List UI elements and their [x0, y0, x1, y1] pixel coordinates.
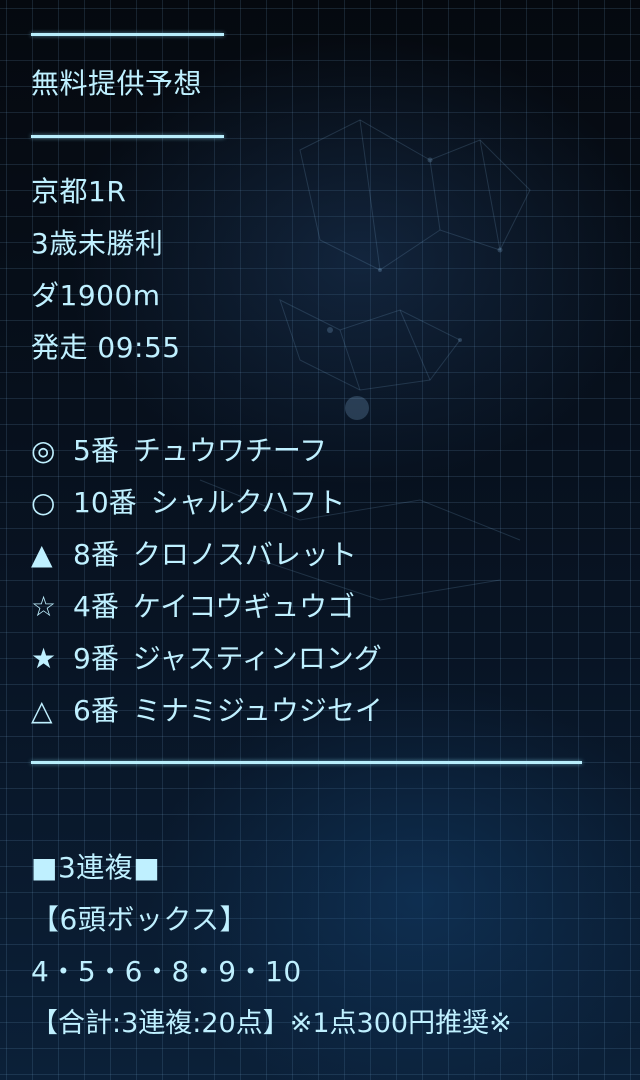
- horse-number: 8番: [73, 538, 119, 571]
- list-item: ☆ 4番 ケイコウギュウゴ: [31, 589, 355, 625]
- title-divider: [31, 135, 224, 138]
- mark-icon: ▲: [31, 538, 53, 571]
- mark-icon: ★: [31, 642, 57, 675]
- horse-name: シャルクハフト: [150, 486, 346, 519]
- bet-type: ■3連複■: [31, 851, 161, 884]
- race-start-time: 発走 09:55: [31, 331, 181, 364]
- bet-total: 【合計:3連複:20点】※1点300円推奨※: [31, 1008, 512, 1039]
- race-venue: 京都1R: [31, 175, 127, 208]
- horse-name: ミナミジュウジセイ: [132, 694, 383, 727]
- horse-number: 6番: [73, 694, 119, 727]
- top-divider: [31, 33, 224, 36]
- list-item: ◎ 5番 チュウワチーフ: [31, 433, 327, 469]
- mark-icon: △: [31, 694, 53, 727]
- race-class: 3歳未勝利: [31, 227, 164, 260]
- horse-name: チュウワチーフ: [132, 434, 328, 467]
- list-item: ★ 9番 ジャスティンロング: [31, 641, 382, 677]
- list-item: ▲ 8番 クロノスバレット: [31, 537, 357, 573]
- list-item: △ 6番 ミナミジュウジセイ: [31, 693, 383, 729]
- horse-number: 4番: [73, 590, 119, 623]
- horse-number: 10番: [73, 486, 137, 519]
- page-title: 無料提供予想: [31, 67, 203, 100]
- mark-icon: ◎: [31, 434, 56, 467]
- horse-name: ジャスティンロング: [132, 642, 382, 675]
- horse-name: クロノスバレット: [132, 538, 357, 571]
- mark-icon: ○: [31, 486, 56, 519]
- horse-number: 9番: [73, 642, 119, 675]
- horse-name: ケイコウギュウゴ: [132, 590, 356, 623]
- race-course: ダ1900m: [31, 279, 161, 312]
- picks-divider: [31, 761, 582, 764]
- bet-numbers: 4・5・6・8・9・10: [31, 955, 302, 988]
- bet-format: 【6頭ボックス】: [31, 903, 248, 936]
- horse-number: 5番: [73, 434, 119, 467]
- mark-icon: ☆: [31, 590, 57, 623]
- list-item: ○ 10番 シャルクハフト: [31, 485, 345, 521]
